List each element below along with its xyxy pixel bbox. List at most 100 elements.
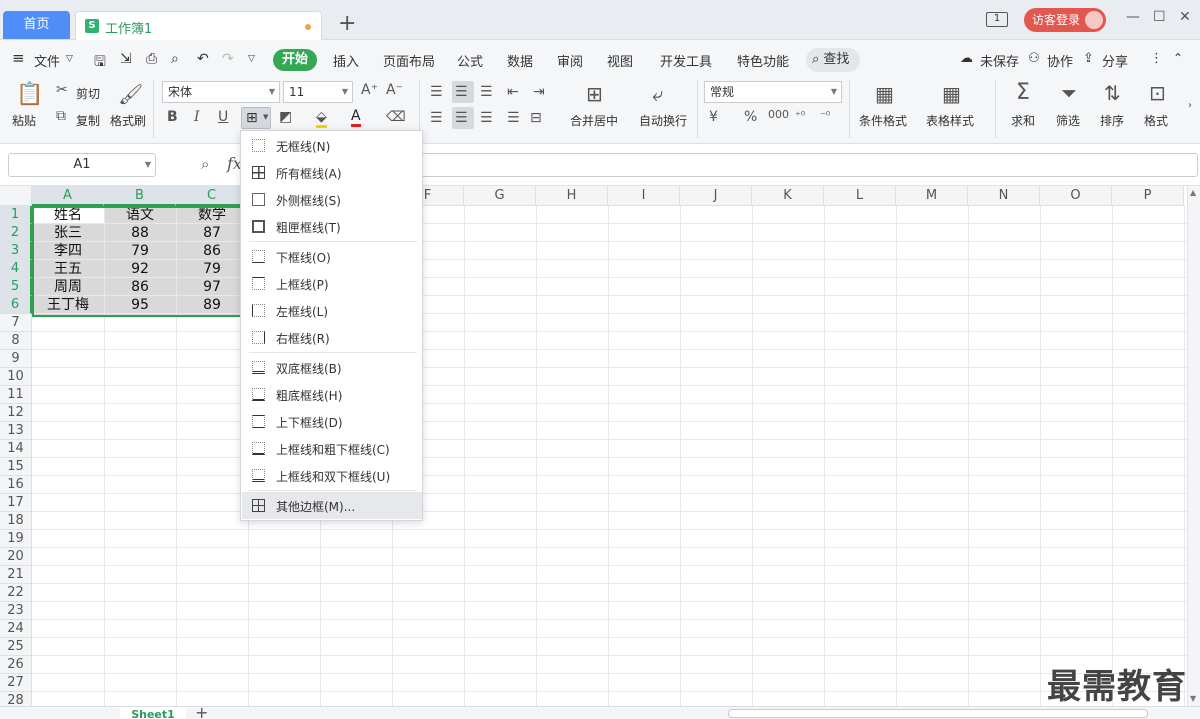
paste-button[interactable]: 粘贴: [12, 112, 36, 129]
increase-font-icon[interactable]: A⁺: [361, 82, 378, 98]
conditional-format-button[interactable]: 条件格式: [859, 112, 907, 129]
column-header-j[interactable]: J: [680, 186, 752, 206]
row-header-18[interactable]: 18: [0, 512, 32, 530]
menu-item-outside-borders[interactable]: 外侧框线(S): [242, 186, 422, 213]
collab-button[interactable]: 协作: [1047, 51, 1073, 70]
border-button[interactable]: ⊞ ▼: [241, 107, 271, 129]
align-bottom-icon[interactable]: ☰: [480, 84, 493, 100]
wrap-text-icon[interactable]: ⤶: [652, 82, 663, 106]
column-header-k[interactable]: K: [752, 186, 824, 206]
underline-button[interactable]: U: [218, 109, 228, 125]
column-header-h[interactable]: H: [536, 186, 608, 206]
italic-button[interactable]: I: [194, 109, 200, 125]
font-color-button[interactable]: A: [351, 108, 361, 127]
paste-icon[interactable]: 📋: [16, 82, 43, 107]
fill-color-icon[interactable]: ◩: [279, 109, 292, 125]
collapse-ribbon-icon[interactable]: ⌃: [1173, 51, 1183, 65]
increase-decimal-icon[interactable]: ⁺⁰: [795, 109, 805, 122]
row-header-10[interactable]: 10: [0, 368, 32, 386]
menu-formula[interactable]: 公式: [457, 51, 483, 70]
export-icon[interactable]: ⇲: [120, 51, 132, 67]
format-painter-icon[interactable]: 🖌: [118, 82, 143, 106]
spreadsheet-grid[interactable]: ABCDEFGHIJKLMNOP123456789101112131415161…: [0, 186, 1187, 706]
row-header-20[interactable]: 20: [0, 548, 32, 566]
add-sheet-button[interactable]: +: [195, 703, 208, 719]
search-button[interactable]: ⌕ 查找: [806, 48, 860, 72]
save-icon[interactable]: 🖫: [94, 51, 106, 75]
currency-button[interactable]: ¥: [709, 109, 718, 125]
decrease-indent-icon[interactable]: ⇤: [507, 84, 519, 100]
row-header-6[interactable]: 6: [0, 296, 32, 314]
menu-features[interactable]: 特色功能: [737, 51, 789, 70]
font-name-select[interactable]: 宋体 ▼: [162, 81, 280, 103]
cloud-icon[interactable]: ☁: [960, 51, 973, 66]
row-header-21[interactable]: 21: [0, 566, 32, 584]
conditional-format-icon[interactable]: ▦: [875, 82, 894, 106]
row-header-16[interactable]: 16: [0, 476, 32, 494]
sum-icon[interactable]: Σ: [1016, 80, 1030, 105]
column-header-p[interactable]: P: [1112, 186, 1184, 206]
row-header-12[interactable]: 12: [0, 404, 32, 422]
menu-developer[interactable]: 开发工具: [660, 51, 712, 70]
menu-item-no-border[interactable]: 无框线(N): [242, 132, 422, 159]
column-header-o[interactable]: O: [1040, 186, 1112, 206]
row-header-14[interactable]: 14: [0, 440, 32, 458]
column-header-l[interactable]: L: [824, 186, 896, 206]
ribbon-scroll-right-icon[interactable]: ›: [1188, 100, 1192, 111]
column-header-a[interactable]: A: [32, 186, 104, 206]
filter-button[interactable]: 筛选: [1056, 112, 1080, 129]
row-header-13[interactable]: 13: [0, 422, 32, 440]
menu-item-thick-bottom-border[interactable]: 粗底框线(H): [242, 381, 422, 408]
sort-icon[interactable]: ⇅: [1104, 81, 1121, 105]
decrease-font-icon[interactable]: A⁻: [386, 82, 403, 98]
font-size-select[interactable]: 11 ▼: [283, 81, 353, 103]
horizontal-scrollbar[interactable]: [728, 709, 1148, 718]
row-header-28[interactable]: 28: [0, 692, 32, 706]
hamburger-icon[interactable]: ≡: [12, 49, 25, 67]
menu-item-thick-box-border[interactable]: 粗匣框线(T): [242, 213, 422, 240]
redo-icon[interactable]: ↷: [222, 51, 234, 67]
name-box[interactable]: A1 ▼: [8, 153, 156, 177]
percent-button[interactable]: %: [744, 109, 757, 125]
menu-file[interactable]: 文件: [34, 51, 60, 70]
wrap-text-button[interactable]: 自动换行: [639, 112, 687, 129]
align-center-icon[interactable]: ☰: [455, 110, 468, 126]
chevron-down-icon[interactable]: ▽: [66, 54, 73, 64]
scroll-up-icon[interactable]: ▲: [1190, 188, 1196, 197]
cut-icon[interactable]: ✂: [56, 82, 68, 98]
row-header-22[interactable]: 22: [0, 584, 32, 602]
align-top-icon[interactable]: ☰: [430, 84, 443, 100]
row-header-1[interactable]: 1: [0, 206, 32, 224]
cut-button[interactable]: 剪切: [76, 85, 100, 102]
row-header-15[interactable]: 15: [0, 458, 32, 476]
menu-item-bottom-double-border[interactable]: 双底框线(B): [242, 354, 422, 381]
highlight-color-icon[interactable]: ⬙: [316, 109, 327, 128]
tab-home[interactable]: 首页: [3, 11, 70, 39]
merge-center-icon[interactable]: ⊞: [586, 82, 603, 106]
column-header-b[interactable]: B: [104, 186, 176, 206]
justify-icon[interactable]: ☰: [507, 110, 520, 126]
unsaved-button[interactable]: 未保存: [980, 51, 1019, 70]
column-header-m[interactable]: M: [896, 186, 968, 206]
format-icon[interactable]: ⊡: [1149, 81, 1166, 105]
bold-button[interactable]: B: [167, 109, 178, 125]
align-right-icon[interactable]: ☰: [480, 110, 493, 126]
vertical-scrollbar[interactable]: ▲ ▼: [1187, 186, 1200, 706]
menu-item-bottom-border[interactable]: 下框线(O): [242, 243, 422, 270]
thousands-button[interactable]: 000: [768, 108, 789, 121]
align-middle-icon[interactable]: ☰: [455, 84, 468, 100]
merge-center-button[interactable]: 合并居中: [570, 112, 618, 129]
collab-icon[interactable]: ⚇: [1028, 51, 1040, 66]
menu-review[interactable]: 审阅: [557, 51, 583, 70]
menu-item-all-borders[interactable]: 所有框线(A): [242, 159, 422, 186]
table-style-button[interactable]: 表格样式: [926, 112, 974, 129]
row-header-24[interactable]: 24: [0, 620, 32, 638]
row-header-23[interactable]: 23: [0, 602, 32, 620]
row-header-7[interactable]: 7: [0, 314, 32, 332]
clear-format-icon[interactable]: ⌫: [386, 109, 406, 125]
format-button[interactable]: 格式: [1144, 112, 1168, 129]
minimize-button[interactable]: —: [1126, 9, 1140, 25]
format-painter-button[interactable]: 格式刷: [110, 112, 146, 129]
row-header-17[interactable]: 17: [0, 494, 32, 512]
maximize-button[interactable]: ☐: [1153, 9, 1166, 25]
